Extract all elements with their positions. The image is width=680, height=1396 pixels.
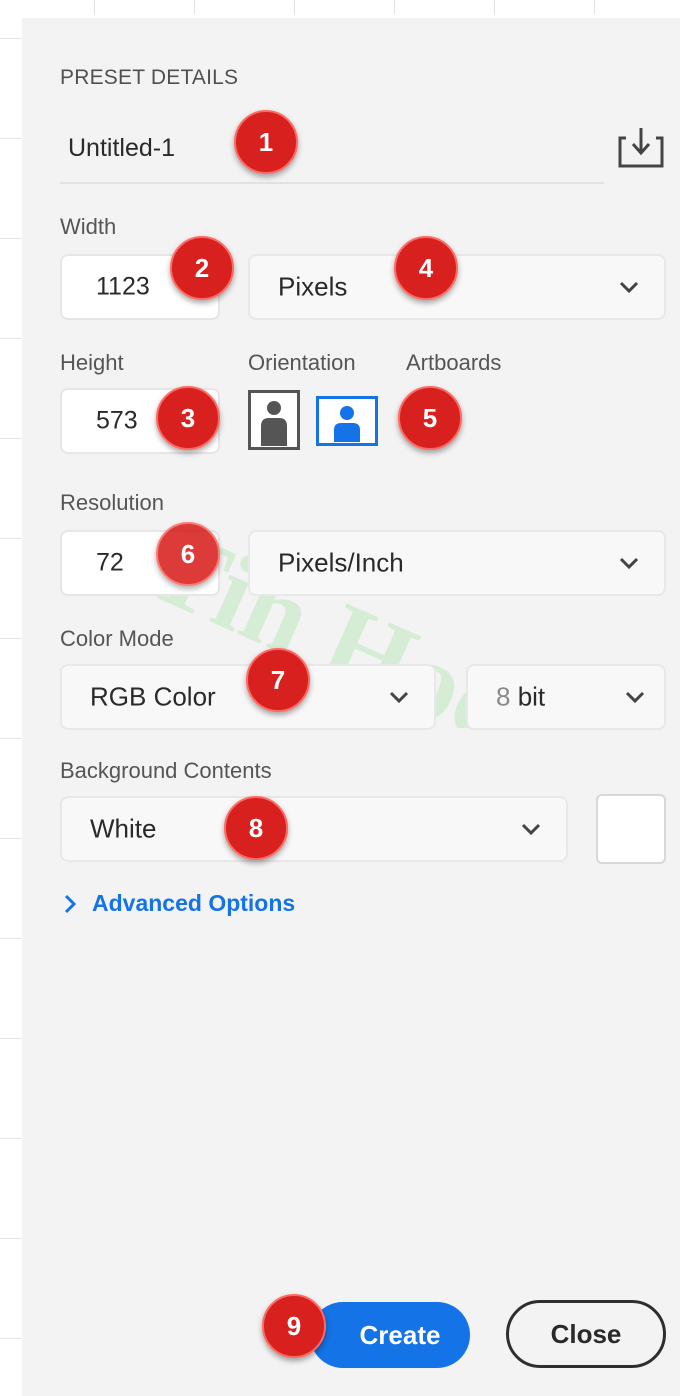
close-button[interactable]: Close bbox=[506, 1300, 666, 1368]
create-button[interactable]: Create bbox=[310, 1302, 470, 1368]
bit-depth-value: 8 bit bbox=[496, 681, 546, 712]
bit-depth-dropdown[interactable]: 8 bit bbox=[466, 664, 666, 730]
preset-details-panel: Tin Học Sa PRESET DETAILS Untitled-1 Wid… bbox=[22, 18, 680, 1396]
advanced-options-toggle[interactable]: Advanced Options bbox=[62, 890, 295, 917]
annotation-badge-1: 1 bbox=[234, 110, 298, 174]
height-label: Height bbox=[60, 350, 124, 375]
name-underline bbox=[60, 182, 604, 184]
annotation-badge-5: 5 bbox=[398, 386, 462, 450]
annotation-badge-6: 6 bbox=[156, 522, 220, 586]
resolution-value: 72 bbox=[96, 548, 124, 577]
save-preset-icon[interactable] bbox=[616, 124, 666, 170]
orientation-label: Orientation bbox=[248, 350, 356, 375]
annotation-badge-3: 3 bbox=[156, 386, 220, 450]
canvas-grid-left bbox=[0, 0, 22, 1396]
width-label: Width bbox=[60, 214, 117, 239]
background-contents-value: White bbox=[90, 813, 157, 844]
resolution-unit-value: Pixels/Inch bbox=[278, 547, 404, 578]
chevron-down-icon bbox=[619, 557, 639, 570]
annotation-badge-7: 7 bbox=[246, 648, 310, 712]
portrait-orientation-button[interactable] bbox=[248, 390, 300, 450]
advanced-options-label: Advanced Options bbox=[92, 890, 296, 916]
color-mode-label: Color Mode bbox=[60, 626, 174, 651]
chevron-down-icon bbox=[521, 823, 541, 836]
chevron-down-icon bbox=[625, 691, 645, 704]
width-unit-value: Pixels bbox=[278, 271, 348, 302]
chevron-down-icon bbox=[619, 281, 639, 294]
background-contents-label: Background Contents bbox=[60, 758, 272, 783]
section-title: PRESET DETAILS bbox=[60, 66, 239, 89]
annotation-badge-8: 8 bbox=[224, 796, 288, 860]
chevron-down-icon bbox=[389, 691, 409, 704]
resolution-unit-dropdown[interactable]: Pixels/Inch bbox=[248, 530, 666, 596]
document-name-field[interactable]: Untitled-1 bbox=[68, 134, 175, 163]
annotation-badge-9: 9 bbox=[262, 1294, 326, 1358]
color-mode-value: RGB Color bbox=[90, 681, 216, 712]
height-value: 573 bbox=[96, 406, 138, 435]
chevron-right-icon bbox=[64, 894, 77, 913]
annotation-badge-2: 2 bbox=[170, 236, 234, 300]
background-color-swatch[interactable] bbox=[596, 794, 666, 864]
background-contents-dropdown[interactable]: White bbox=[60, 796, 568, 862]
resolution-label: Resolution bbox=[60, 490, 164, 515]
create-button-label: Create bbox=[359, 1319, 441, 1350]
artboards-label: Artboards bbox=[406, 350, 502, 375]
landscape-orientation-button[interactable] bbox=[316, 396, 378, 446]
canvas-grid-top bbox=[22, 0, 680, 18]
annotation-badge-4: 4 bbox=[394, 236, 458, 300]
close-button-label: Close bbox=[550, 1318, 622, 1349]
width-value: 1123 bbox=[96, 272, 150, 301]
